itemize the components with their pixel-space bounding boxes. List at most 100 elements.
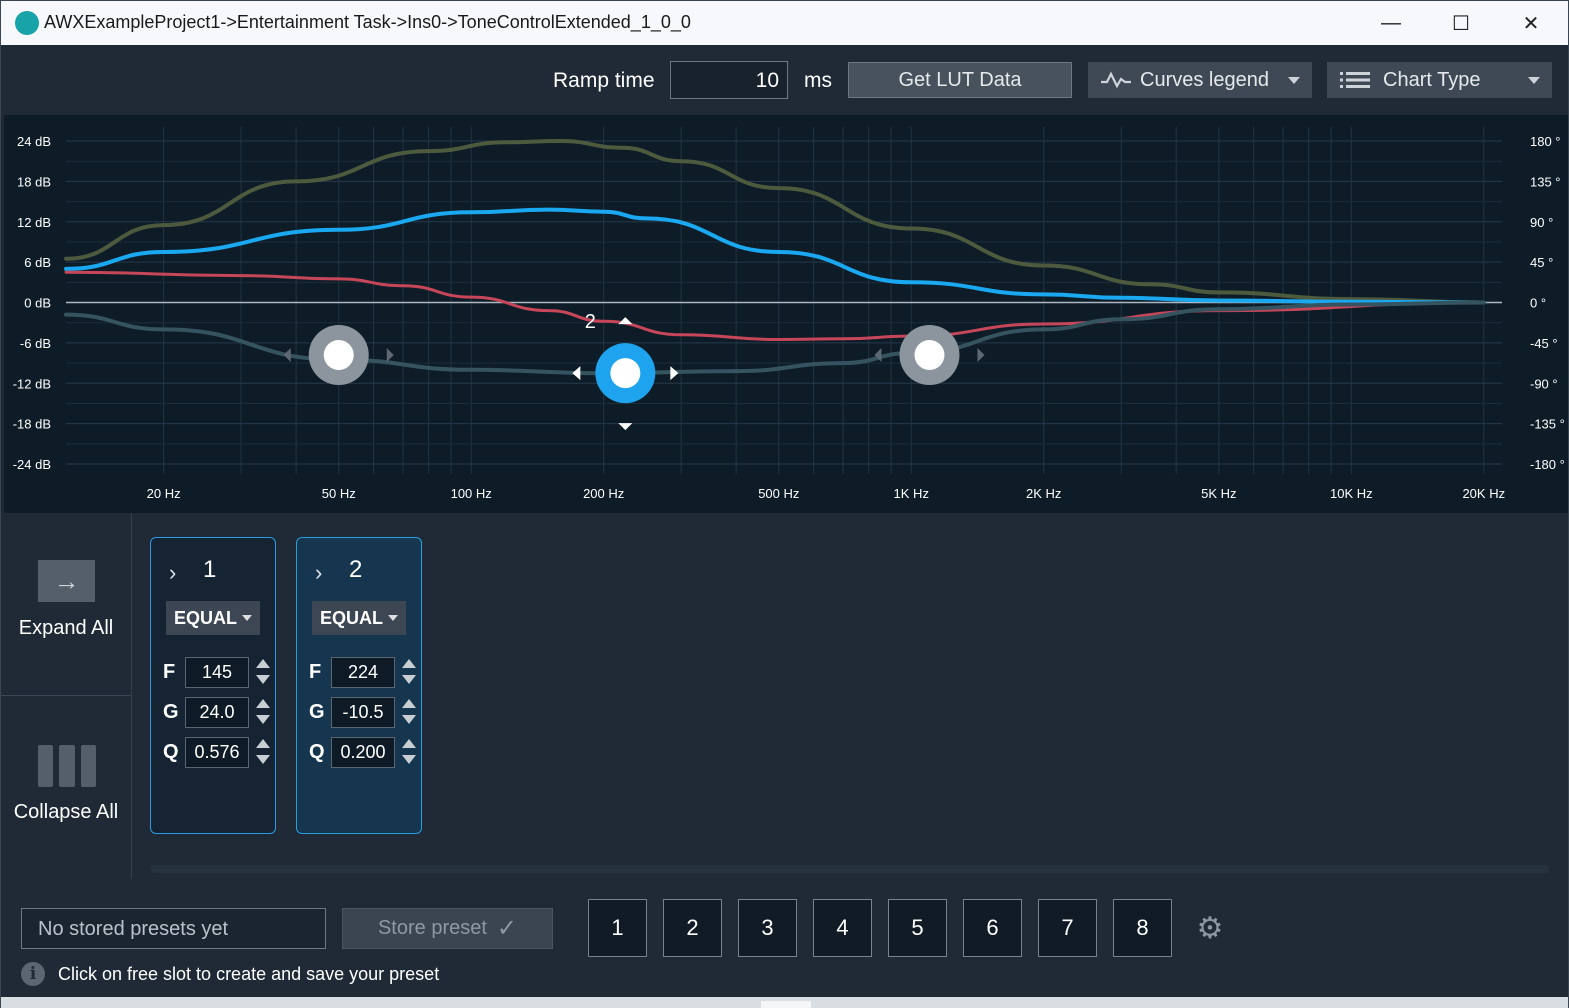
x-tick-label: 500 Hz — [758, 486, 799, 501]
stepper-down-icon[interactable] — [256, 675, 270, 684]
preset-slot-4[interactable]: 4 — [813, 899, 872, 957]
band-card-1[interactable]: › 1 EQUAL F 145 G 24.0 Q 0.576 — [150, 537, 276, 834]
band-handle-label: 2 — [585, 311, 596, 333]
frequency-response-chart[interactable]: 24 dB 18 dB 12 dB 6 dB 0 dB -6 dB -12 dB -18 dB… — [4, 115, 1568, 513]
maximize-button[interactable]: ☐ — [1426, 1, 1496, 45]
status-strip — [1, 997, 1568, 1008]
stepper-up-icon[interactable] — [402, 739, 416, 748]
expand-all-button[interactable]: Expand All — [1, 617, 131, 640]
chevron-right-icon[interactable]: › — [169, 560, 176, 586]
band-handle-core[interactable] — [323, 339, 354, 370]
chart-svg[interactable]: 24 dB 18 dB 12 dB 6 dB 0 dB -6 dB -12 dB -18 dB… — [4, 115, 1568, 513]
preset-name-field[interactable]: No stored presets yet — [21, 908, 326, 949]
y-tick-label: -24 dB — [13, 457, 51, 472]
x-tick-label: 5K Hz — [1201, 486, 1236, 501]
y-tick-label: -12 dB — [13, 376, 51, 391]
store-preset-label: Store preset — [377, 917, 487, 939]
collapse-all-button[interactable]: Collapse All — [1, 801, 131, 824]
side-divider — [1, 695, 131, 696]
frequency-input[interactable]: 145 — [185, 657, 249, 688]
frequency-param: F 145 — [161, 657, 271, 689]
preset-slot-5[interactable]: 5 — [888, 899, 947, 957]
frequency-stepper[interactable] — [401, 657, 417, 689]
preset-slot-8[interactable]: 8 — [1113, 899, 1172, 957]
curves-legend-dropdown[interactable]: Curves legend — [1088, 62, 1312, 98]
gain-stepper[interactable] — [401, 697, 417, 729]
y2-tick-label: 135 ° — [1530, 174, 1561, 189]
ramp-time-unit: ms — [804, 69, 832, 92]
y2-tick-label: 180 ° — [1530, 134, 1561, 149]
preset-slot-2[interactable]: 2 — [663, 899, 722, 957]
gain-input[interactable]: 24.0 — [185, 697, 249, 728]
gain-param: G -10.5 — [307, 697, 417, 729]
y2-tick-label: 45 ° — [1530, 255, 1553, 270]
band-type-dropdown[interactable]: EQUAL — [312, 601, 406, 635]
get-lut-data-button[interactable]: Get LUT Data — [848, 62, 1072, 98]
info-text: Click on free slot to create and save yo… — [58, 964, 440, 984]
stepper-down-icon[interactable] — [256, 715, 270, 724]
stepper-down-icon[interactable] — [402, 675, 416, 684]
close-button[interactable]: ✕ — [1496, 1, 1566, 45]
stepper-down-icon[interactable] — [402, 715, 416, 724]
q-param: Q 0.200 — [307, 737, 417, 769]
status-thumb — [761, 1001, 811, 1008]
info-icon: i — [21, 962, 45, 986]
ramp-time-label: Ramp time — [553, 69, 655, 92]
chevron-down-icon — [242, 615, 252, 621]
gain-label: G — [309, 701, 325, 723]
expand-arrow-icon[interactable]: → — [38, 560, 95, 602]
app-icon — [15, 11, 39, 35]
gain-stepper[interactable] — [255, 697, 271, 729]
stepper-down-icon[interactable] — [256, 755, 270, 764]
y-tick-label: 6 dB — [24, 255, 51, 270]
preset-slot-1[interactable]: 1 — [588, 899, 647, 957]
band-type-label: EQUAL — [174, 607, 237, 628]
store-preset-button[interactable]: Store preset ✓ — [342, 908, 553, 949]
stepper-up-icon[interactable] — [256, 699, 270, 708]
x-tick-label: 20K Hz — [1462, 486, 1505, 501]
chart-type-dropdown[interactable]: Chart Type — [1327, 62, 1552, 98]
minimize-button[interactable]: — — [1356, 1, 1426, 45]
q-label: Q — [309, 741, 325, 763]
list-icon — [1340, 72, 1370, 88]
band-type-dropdown[interactable]: EQUAL — [166, 601, 260, 635]
app-window: AWXExampleProject1->Entertainment Task->… — [0, 0, 1569, 1008]
q-input[interactable]: 0.200 — [331, 737, 395, 768]
preset-slot-3[interactable]: 3 — [738, 899, 797, 957]
band-type-label: EQUAL — [320, 607, 383, 628]
horizontal-scrollbar[interactable] — [151, 865, 1549, 873]
gear-icon[interactable]: ⚙ — [1193, 911, 1227, 945]
chart-type-label: Chart Type — [1383, 68, 1481, 91]
x-tick-label: 100 Hz — [451, 486, 492, 501]
preset-slot-6[interactable]: 6 — [963, 899, 1022, 957]
chevron-down-icon — [1288, 77, 1300, 84]
q-stepper[interactable] — [255, 737, 271, 769]
window-title: AWXExampleProject1->Entertainment Task->… — [44, 12, 691, 32]
x-tick-label: 2K Hz — [1026, 486, 1061, 501]
x-tick-label: 1K Hz — [894, 486, 929, 501]
stepper-down-icon[interactable] — [402, 755, 416, 764]
y2-tick-label: -135 ° — [1530, 417, 1565, 432]
band-card-2[interactable]: › 2 EQUAL F 224 G -10.5 Q 0.200 — [296, 537, 422, 834]
stepper-up-icon[interactable] — [256, 659, 270, 668]
band-number: 1 — [203, 556, 217, 583]
y-tick-label: -18 dB — [13, 417, 51, 432]
preset-slot-7[interactable]: 7 — [1038, 899, 1097, 957]
stepper-up-icon[interactable] — [402, 659, 416, 668]
y2-tick-label: 90 ° — [1530, 215, 1553, 230]
frequency-input[interactable]: 224 — [331, 657, 395, 688]
q-stepper[interactable] — [401, 737, 417, 769]
collapse-columns-icon[interactable] — [38, 745, 96, 787]
gain-input[interactable]: -10.5 — [331, 697, 395, 728]
chevron-down-icon — [388, 615, 398, 621]
y-tick-label: 24 dB — [17, 134, 51, 149]
stepper-up-icon[interactable] — [402, 699, 416, 708]
stepper-up-icon[interactable] — [256, 739, 270, 748]
band-handle-core[interactable] — [610, 358, 641, 389]
ramp-time-input[interactable]: 10 — [670, 61, 788, 99]
chevron-right-icon[interactable]: › — [315, 560, 322, 586]
chevron-down-icon — [1528, 77, 1540, 84]
frequency-stepper[interactable] — [255, 657, 271, 689]
band-handle-core[interactable] — [914, 339, 945, 370]
q-input[interactable]: 0.576 — [185, 737, 249, 768]
